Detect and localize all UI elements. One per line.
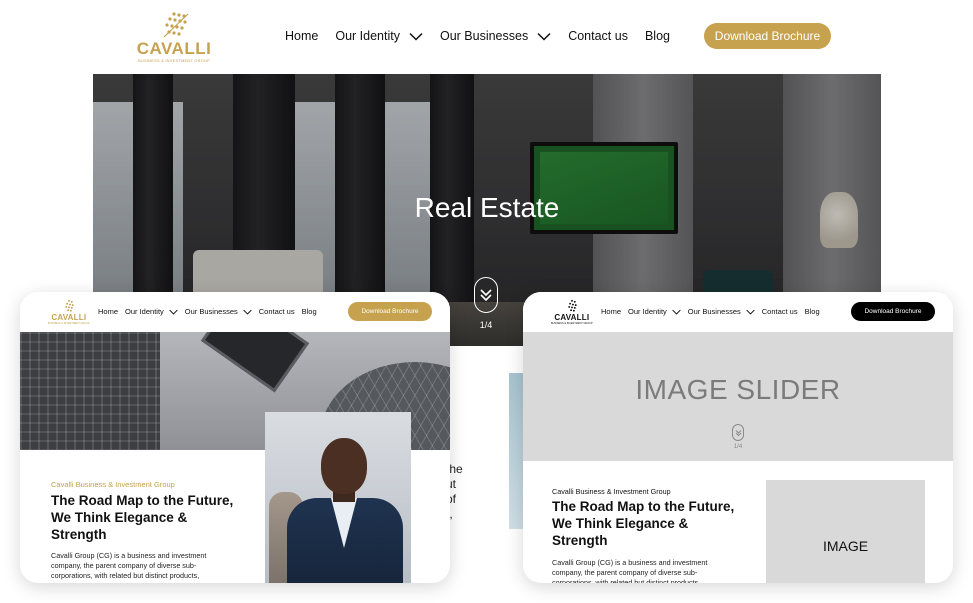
hero-title: Real Estate: [414, 192, 560, 223]
double-chevron-down-icon: [735, 429, 741, 436]
nav-our-businesses[interactable]: Our Businesses: [185, 307, 252, 316]
logo-mark-icon: [65, 299, 74, 312]
nav-our-businesses[interactable]: Our Businesses: [688, 307, 755, 316]
nav-contact-us[interactable]: Contact us: [568, 29, 628, 43]
main-nav: Home Our Identity Our Businesses Contact…: [285, 29, 687, 43]
logo-tagline: BUSINESS & INVESTMENT GROUP: [551, 322, 593, 325]
section-body: Cavalli Group (CG) is a business and inv…: [552, 558, 708, 583]
image-placeholder: IMAGE: [766, 480, 925, 583]
scroll-down-button[interactable]: [732, 424, 744, 441]
chevron-down-icon: [537, 32, 551, 41]
chevron-down-icon: [243, 309, 252, 315]
chevron-down-icon: [746, 309, 755, 315]
download-brochure-button[interactable]: Download Brochure: [704, 23, 831, 49]
slide-counter: 1/4: [733, 444, 743, 450]
card-nav-links: Home Our Identity Our Businesses Contact…: [601, 307, 827, 316]
nav-our-identity-label: Our Identity: [335, 29, 400, 43]
nav-contact-us-label: Contact us: [568, 29, 628, 43]
nav-our-identity-label: Our Identity: [628, 307, 667, 316]
nav-our-identity[interactable]: Our Identity: [335, 29, 423, 43]
chevron-down-icon: [672, 309, 681, 315]
slide-counter: 1/4: [479, 320, 493, 330]
nav-contact-us[interactable]: Contact us: [762, 307, 798, 316]
nav-blog[interactable]: Blog: [302, 307, 317, 316]
nav-our-businesses-label: Our Businesses: [184, 307, 238, 316]
head-shape: [321, 438, 367, 494]
nav-home-label: Home: [98, 307, 119, 316]
nav-contact-us-label: Contact us: [761, 307, 798, 316]
background-image-fragment: [509, 373, 523, 529]
card-nav: CAVALLI BUSINESS & INVESTMENT GROUP Home…: [20, 292, 450, 332]
logo-name: CAVALLI: [554, 313, 590, 322]
download-brochure-button[interactable]: Download Brochure: [348, 302, 432, 321]
card-nav: CAVALLI BUSINESS & INVESTMENT GROUP Home…: [523, 292, 953, 332]
nav-home[interactable]: Home: [285, 29, 318, 43]
logo-name: CAVALLI: [51, 313, 87, 322]
nav-home[interactable]: Home: [601, 307, 621, 316]
nav-home-label: Home: [601, 307, 622, 316]
nav-our-identity-label: Our Identity: [125, 307, 164, 316]
download-brochure-button[interactable]: Download Brochure: [851, 302, 935, 321]
design-preview-card: CAVALLI BUSINESS & INVESTMENT GROUP Home…: [20, 292, 450, 583]
image-placeholder-label: IMAGE: [822, 538, 869, 554]
section-eyebrow: Cavalli Business & Investment Group: [552, 487, 671, 496]
nav-home-label: Home: [285, 29, 319, 43]
nav-our-identity[interactable]: Our Identity: [125, 307, 178, 316]
nav-blog-label: Blog: [644, 29, 670, 43]
nav-blog-label: Blog: [301, 307, 317, 316]
nav-our-identity[interactable]: Our Identity: [628, 307, 681, 316]
logo-mark-icon: [163, 12, 189, 38]
mockup-stage: CAVALLI BUSINESS & INVESTMENT GROUP Home…: [0, 0, 973, 603]
double-chevron-down-icon: [480, 289, 492, 302]
section-heading: The Road Map to the Future, We Think Ele…: [552, 499, 735, 548]
cavalli-logo[interactable]: CAVALLI BUSINESS & INVESTMENT GROUP: [551, 299, 593, 325]
logo-tagline: BUSINESS & INVESTMENT GROUP: [48, 322, 90, 325]
building-image: [200, 332, 310, 393]
top-navigation: CAVALLI BUSINESS & INVESTMENT GROUP Home…: [0, 0, 973, 74]
image-slider-placeholder: IMAGE SLIDER 1/4: [523, 332, 953, 461]
scroll-down-button[interactable]: [474, 277, 498, 313]
cavalli-logo[interactable]: CAVALLI BUSINESS & INVESTMENT GROUP: [48, 299, 90, 325]
card-nav-links: Home Our Identity Our Businesses Contact…: [98, 307, 324, 316]
building-image: [20, 332, 160, 450]
chevron-down-icon: [169, 309, 178, 315]
section-eyebrow: Cavalli Business & Investment Group: [51, 480, 175, 489]
cavalli-logo[interactable]: CAVALLI BUSINESS & INVESTMENT GROUP: [137, 10, 211, 64]
nav-our-businesses-label: Our Businesses: [439, 29, 529, 43]
chevron-down-icon: [409, 32, 423, 41]
nav-home[interactable]: Home: [98, 307, 118, 316]
logo-name: CAVALLI: [136, 39, 212, 58]
nav-blog[interactable]: Blog: [645, 29, 670, 43]
section-heading: The Road Map to the Future, We Think Ele…: [51, 493, 234, 542]
nav-our-businesses[interactable]: Our Businesses: [440, 29, 551, 43]
logo-tagline: BUSINESS & INVESTMENT GROUP: [138, 58, 211, 63]
nav-contact-us[interactable]: Contact us: [259, 307, 295, 316]
wireframe-preview-card: CAVALLI BUSINESS & INVESTMENT GROUP Home…: [523, 292, 953, 583]
logo-mark-icon: [568, 299, 577, 312]
nav-our-businesses-label: Our Businesses: [687, 307, 741, 316]
nav-blog[interactable]: Blog: [805, 307, 820, 316]
nav-blog-label: Blog: [804, 307, 820, 316]
section-body: Cavalli Group (CG) is a business and inv…: [51, 551, 207, 580]
nav-contact-us-label: Contact us: [258, 307, 295, 316]
image-slider-label: IMAGE SLIDER: [635, 374, 841, 405]
businessman-portrait-image: [265, 412, 411, 583]
